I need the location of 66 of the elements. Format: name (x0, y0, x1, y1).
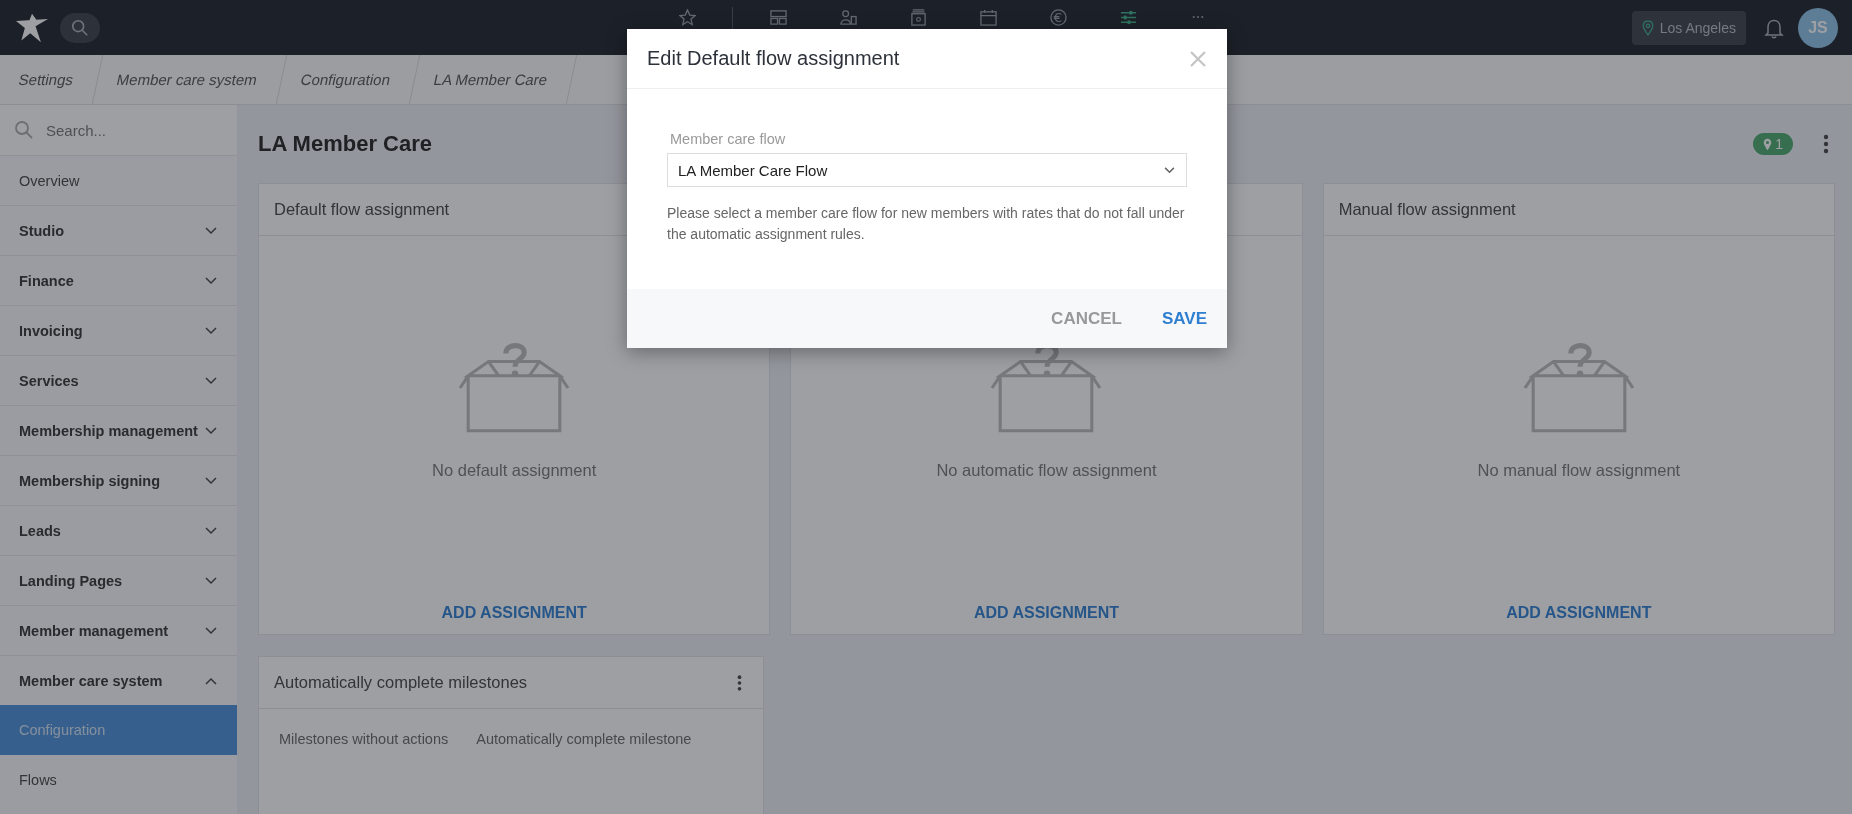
chevron-down-icon (205, 276, 217, 285)
star-logo-icon (14, 11, 50, 44)
sidebar-item[interactable]: Overview (0, 155, 237, 205)
sidebar-group[interactable]: Invoicing (0, 305, 237, 355)
help-text: Please select a member care flow for new members with rates that do not fall under the automatic assignment rules. (667, 204, 1186, 244)
empty-box-icon (458, 341, 571, 433)
breadcrumb-link[interactable]: LA Member Care (410, 55, 579, 104)
column-header: Automatically complete milestone (476, 731, 692, 747)
map-pin-icon (1763, 137, 1773, 151)
chevron-up-icon (205, 676, 217, 685)
map-pin-icon (1641, 19, 1654, 36)
dialog-title: Edit Default flow assignment (647, 47, 900, 70)
search-icon (14, 120, 34, 140)
more-icon (737, 673, 742, 692)
chevron-down-icon (205, 576, 217, 585)
chevron-down-icon (205, 476, 217, 485)
column-header: Milestones without actions (279, 731, 449, 747)
card-title: Automatically complete milestones (274, 673, 528, 692)
sidebar-group[interactable]: Services (0, 355, 237, 405)
save-button[interactable]: SAVE (1161, 308, 1207, 329)
sidebar-group[interactable]: Studio (0, 205, 237, 255)
layout-icon (769, 8, 787, 26)
empty-box-icon (1522, 341, 1635, 433)
card-title: Default flow assignment (274, 200, 450, 219)
chevron-down-icon (205, 326, 217, 335)
empty-state-text: No automatic flow assignment (936, 461, 1157, 481)
location-button[interactable]: Los Angeles (1631, 10, 1746, 45)
more-icon (1823, 134, 1829, 154)
badge-count: 1 (1775, 136, 1783, 152)
breadcrumb-link[interactable]: Configuration (277, 55, 421, 104)
flow-select[interactable]: LA Member Care Flow (667, 153, 1187, 187)
empty-state-text: No default assignment (432, 461, 597, 481)
calendar-icon (979, 8, 997, 26)
add-assignment-button[interactable]: ADD ASSIGNMENT (441, 604, 587, 622)
sidebar-group[interactable]: Membership management (0, 405, 237, 455)
field-label: Member care flow (670, 131, 787, 147)
person-card-icon (839, 8, 857, 26)
sidebar-group[interactable]: Member management (0, 605, 237, 655)
chevron-down-icon (205, 376, 217, 385)
chevron-down-icon (205, 426, 217, 435)
register-icon (909, 8, 927, 26)
chevron-down-icon (205, 226, 217, 235)
chevron-down-icon (205, 526, 217, 535)
euro-icon (1049, 8, 1067, 26)
search-icon (71, 18, 89, 37)
breadcrumb-link[interactable]: Member care system (93, 55, 288, 104)
chevron-down-icon (205, 626, 217, 635)
close-icon (1190, 50, 1206, 67)
cancel-button[interactable]: CANCEL (1051, 308, 1122, 329)
sidebar-group[interactable]: Finance (0, 255, 237, 305)
more-icon (1192, 15, 1204, 19)
page-title: LA Member Care (258, 131, 432, 157)
sliders-icon (1119, 8, 1137, 26)
star-icon (678, 8, 696, 26)
close-button[interactable] (1190, 50, 1206, 67)
sidebar-group[interactable]: Landing Pages (0, 555, 237, 605)
sidebar-item[interactable]: Flows (0, 755, 237, 805)
search-button[interactable] (60, 12, 100, 43)
sidebar-group[interactable]: Membership signing (0, 455, 237, 505)
chevron-down-icon (1164, 166, 1175, 174)
empty-state-text: No manual flow assignment (1477, 461, 1681, 481)
sidebar-search-field[interactable]: Search... (44, 120, 218, 140)
add-assignment-button[interactable]: ADD ASSIGNMENT (973, 604, 1120, 622)
card-title: Manual flow assignment (1338, 200, 1516, 219)
sidebar-group[interactable]: Leads (0, 505, 237, 555)
add-assignment-button[interactable]: ADD ASSIGNMENT (1506, 604, 1652, 622)
